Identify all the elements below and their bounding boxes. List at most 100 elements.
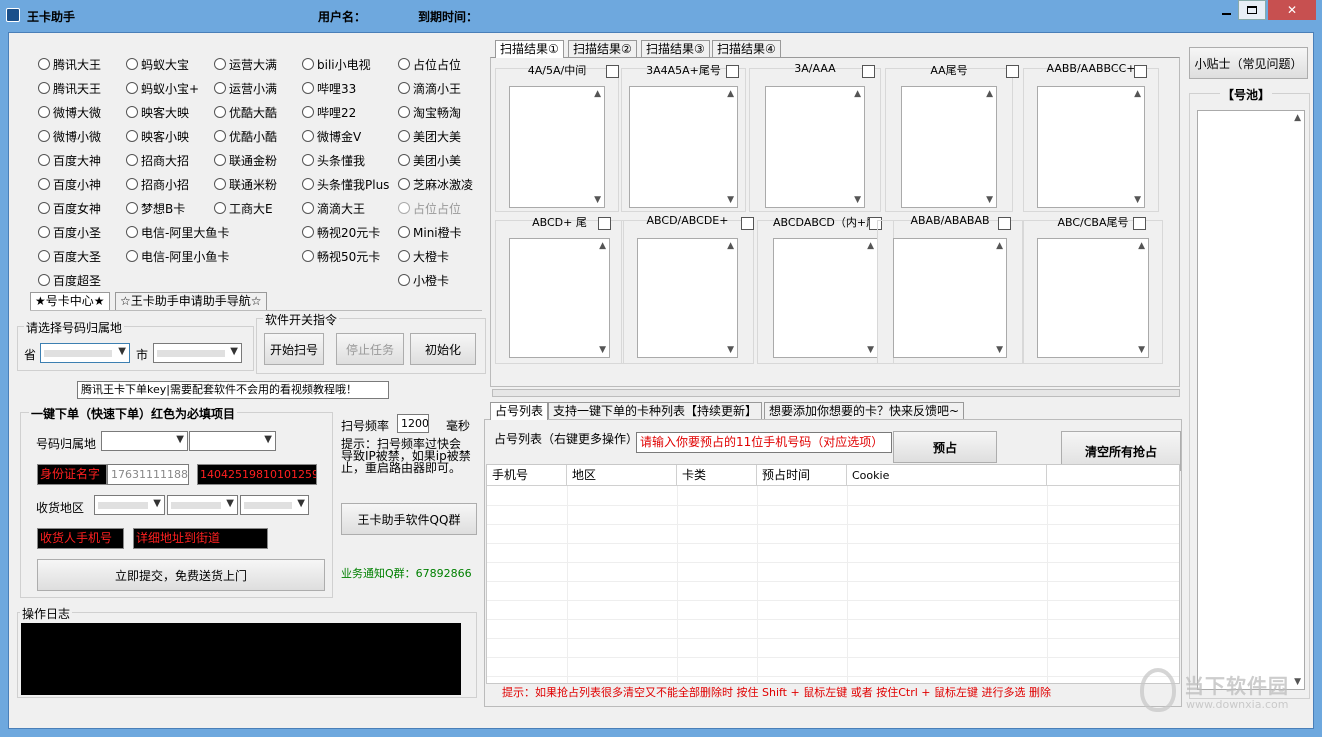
freq-input[interactable]: 1200 <box>397 414 429 433</box>
card-radio[interactable]: 畅视20元卡 <box>302 223 380 241</box>
card-radio[interactable]: 腾讯天王 <box>38 79 101 97</box>
id-number-field[interactable]: 140425198101012593 <box>197 464 317 485</box>
scan-box-checkbox[interactable] <box>1006 65 1019 78</box>
scroll-down-icon[interactable]: ▼ <box>594 195 601 205</box>
scan-result-box[interactable]: ▲ ▼ <box>765 86 865 208</box>
card-radio[interactable]: 滴滴大王 <box>302 199 365 217</box>
ship-province-select[interactable]: ▼ <box>94 495 165 515</box>
qq-group-button[interactable]: 王卡助手软件QQ群 <box>341 503 477 535</box>
card-radio[interactable]: bili小电视 <box>302 55 371 73</box>
card-radio[interactable]: 滴滴小王 <box>398 79 461 97</box>
pool-list[interactable]: ▲ ▼ <box>1197 110 1305 690</box>
card-radio[interactable]: 运营小满 <box>214 79 277 97</box>
scan-box-checkbox[interactable] <box>606 65 619 78</box>
scan-box-checkbox[interactable] <box>1134 65 1147 78</box>
card-radio[interactable]: 招商小招 <box>126 175 189 193</box>
card-radio[interactable]: 哔哩22 <box>302 103 356 121</box>
col-phone[interactable]: 手机号 <box>487 465 567 486</box>
card-radio[interactable]: 美团大美 <box>398 127 461 145</box>
scan-result-box[interactable]: ▲ ▼ <box>773 238 878 358</box>
receiver-phone-field[interactable]: 收货人手机号 <box>37 528 124 549</box>
scan-result-box[interactable]: ▲ ▼ <box>509 86 605 208</box>
reserve-button[interactable]: 预占 <box>893 431 997 463</box>
scroll-down-icon[interactable]: ▼ <box>727 195 734 205</box>
col-cookie[interactable]: Cookie <box>847 465 1047 486</box>
log-output[interactable] <box>21 623 461 695</box>
submit-order-button[interactable]: 立即提交，免费送货上门 <box>37 559 325 591</box>
col-reserve-time[interactable]: 预占时间 <box>757 465 847 486</box>
scan-result-box[interactable]: ▲ ▼ <box>629 86 738 208</box>
card-radio[interactable]: 腾讯大王 <box>38 55 101 73</box>
scan-result-box[interactable]: ▲ ▼ <box>1037 86 1145 208</box>
scroll-down-icon[interactable]: ▼ <box>599 345 606 355</box>
scan-box-checkbox[interactable] <box>998 217 1011 230</box>
card-radio[interactable]: 小橙卡 <box>398 271 449 289</box>
card-radio[interactable]: 占位占位 <box>398 55 461 73</box>
card-radio[interactable]: 芝麻冰激凌 <box>398 175 473 193</box>
card-radio[interactable]: 畅视50元卡 <box>302 247 380 265</box>
scroll-up-icon[interactable]: ▲ <box>599 241 606 251</box>
card-radio[interactable]: 头条懂我 <box>302 151 365 169</box>
card-radio[interactable]: 优酷大酷 <box>214 103 277 121</box>
tab-result-2[interactable]: 扫描结果② <box>568 40 637 58</box>
card-radio[interactable]: 联通金粉 <box>214 151 277 169</box>
card-radio[interactable]: 招商大招 <box>126 151 189 169</box>
tab-feedback[interactable]: 想要添加你想要的卡？快来反馈吧~ <box>764 402 965 420</box>
scan-result-box[interactable]: ▲ ▼ <box>901 86 997 208</box>
card-radio[interactable]: 微博金V <box>302 127 361 145</box>
reserve-phone-input[interactable]: 请输入你要预占的11位手机号码（对应选项） <box>636 432 892 453</box>
card-radio[interactable]: 梦想B卡 <box>126 199 185 217</box>
card-radio[interactable]: 映客大映 <box>126 103 189 121</box>
scroll-down-icon[interactable]: ▼ <box>1138 345 1145 355</box>
card-radio[interactable]: 优酷小酷 <box>214 127 277 145</box>
scan-box-checkbox[interactable] <box>1133 217 1146 230</box>
scan-result-box[interactable]: ▲ ▼ <box>1037 238 1149 358</box>
card-radio[interactable]: 淘宝畅淘 <box>398 103 461 121</box>
scroll-up-icon[interactable]: ▲ <box>1294 113 1301 123</box>
card-radio[interactable]: 百度小圣 <box>38 223 101 241</box>
order-city-select[interactable]: ▼ <box>189 431 276 451</box>
title-bar[interactable]: 王卡助手 用户名： 到期时间： ✕ <box>0 0 1322 32</box>
card-radio[interactable]: 电信-阿里大鱼卡 <box>126 223 229 241</box>
scan-box-checkbox[interactable] <box>741 217 754 230</box>
scroll-down-icon[interactable]: ▼ <box>727 345 734 355</box>
city-select[interactable]: ▼ <box>153 343 242 363</box>
scroll-down-icon[interactable]: ▼ <box>1134 195 1141 205</box>
col-region[interactable]: 地区 <box>567 465 677 486</box>
card-radio[interactable]: 百度小神 <box>38 175 101 193</box>
occupy-table[interactable]: 手机号 地区 卡类 预占时间 Cookie <box>486 464 1180 684</box>
card-radio[interactable]: 微博大微 <box>38 103 101 121</box>
col-card-type[interactable]: 卡类 <box>677 465 757 486</box>
card-radio[interactable]: 头条懂我Plus <box>302 175 389 193</box>
scroll-up-icon[interactable]: ▲ <box>867 241 874 251</box>
scroll-down-icon[interactable]: ▼ <box>867 345 874 355</box>
scroll-up-icon[interactable]: ▲ <box>996 241 1003 251</box>
scan-box-checkbox[interactable] <box>598 217 611 230</box>
scroll-up-icon[interactable]: ▲ <box>1138 241 1145 251</box>
address-field[interactable]: 详细地址到街道 <box>133 528 268 549</box>
card-radio[interactable]: 哔哩33 <box>302 79 356 97</box>
card-radio[interactable]: 蚂蚁大宝 <box>126 55 189 73</box>
card-radio[interactable]: 百度超圣 <box>38 271 101 289</box>
phone-field[interactable]: 17631111188 <box>107 464 189 485</box>
start-scan-button[interactable]: 开始扫号 <box>264 333 324 365</box>
notice-key-field[interactable]: 腾讯王卡下单key|需要配套软件不会用的看视频教程哦！ <box>77 381 389 399</box>
tab-occupy-list[interactable]: 占号列表 <box>490 402 549 420</box>
tab-card-center[interactable]: ★号卡中心★ <box>30 292 110 310</box>
tab-supported-cards[interactable]: 支持一键下单的卡种列表【持续更新】 <box>548 402 763 420</box>
card-radio[interactable]: 大橙卡 <box>398 247 449 265</box>
scan-result-box[interactable]: ▲ ▼ <box>509 238 610 358</box>
province-select[interactable]: ▼ <box>40 343 130 363</box>
card-radio[interactable]: 蚂蚁小宝+ <box>126 79 199 97</box>
card-radio[interactable]: 百度大神 <box>38 151 101 169</box>
order-province-select[interactable]: ▼ <box>101 431 188 451</box>
init-button[interactable]: 初始化 <box>410 333 476 365</box>
scroll-up-icon[interactable]: ▲ <box>727 89 734 99</box>
scroll-down-icon[interactable]: ▼ <box>854 195 861 205</box>
card-radio[interactable]: 美团小美 <box>398 151 461 169</box>
minimize-button[interactable] <box>1214 2 1238 20</box>
tab-result-4[interactable]: 扫描结果④ <box>712 40 781 58</box>
scan-box-checkbox[interactable] <box>862 65 875 78</box>
scroll-down-icon[interactable]: ▼ <box>996 345 1003 355</box>
card-radio[interactable]: 微博小微 <box>38 127 101 145</box>
